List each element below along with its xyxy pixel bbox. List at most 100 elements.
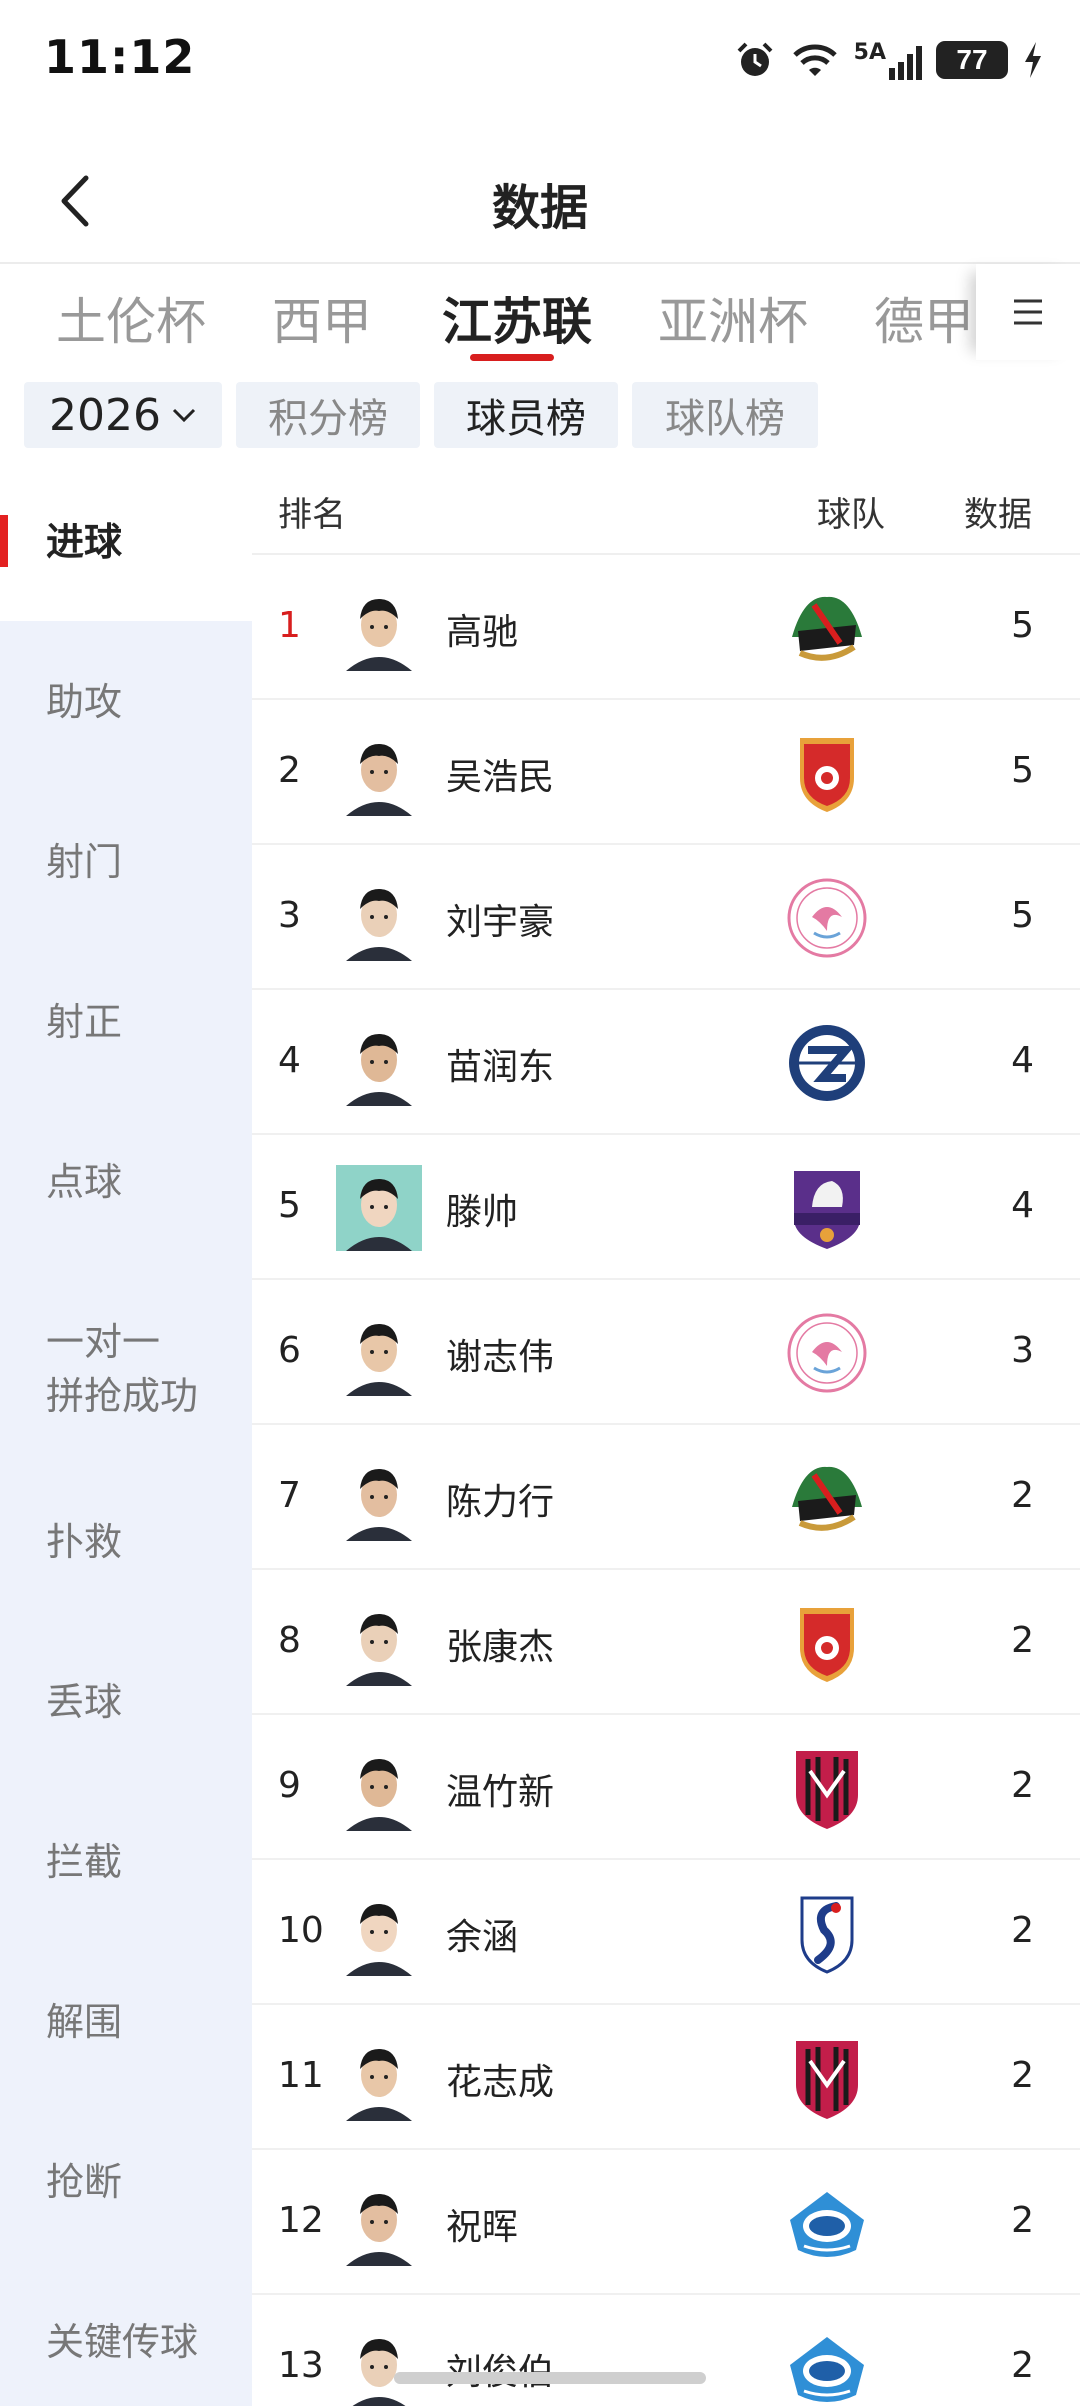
category-saves[interactable]: 扑救 — [0, 1515, 252, 1569]
header-data: 数据 — [964, 495, 1032, 535]
stat-value: 2 — [1011, 1910, 1034, 1951]
player-avatar[interactable] — [336, 1310, 422, 1396]
player-avatar[interactable] — [336, 585, 422, 671]
year-selector[interactable]: 2026 — [24, 382, 222, 448]
tab-player-ranking[interactable]: 球员榜 — [434, 382, 618, 448]
menu-icon — [1014, 299, 1042, 325]
player-avatar[interactable] — [336, 875, 422, 961]
battery-icon: 77 — [936, 41, 1008, 79]
wuxi-badge-icon[interactable] — [784, 1310, 870, 1396]
player-avatar[interactable] — [336, 1020, 422, 1106]
player-ranking-table: 排名 球队 数据 1 高驰 5 2 吴浩民 5 3 刘宇豪 5 4 苗润东 4 5 滕帅 4 6 谢志伟 3 7 陈力… — [252, 465, 1080, 2406]
year-value: 2026 — [49, 389, 161, 441]
player-avatar[interactable] — [336, 1890, 422, 1976]
network-label: 5A — [853, 40, 886, 65]
category-interceptions[interactable]: 拦截 — [0, 1835, 252, 1889]
player-name[interactable]: 余涵 — [446, 1908, 518, 1960]
category-label: 进球 — [46, 520, 123, 564]
table-row[interactable]: 6 谢志伟 3 — [252, 1280, 1080, 1425]
category-shots[interactable]: 射门 — [0, 835, 252, 889]
status-bar: 11:12 5A 77 — [0, 0, 1080, 120]
category-key-passes[interactable]: 关键传球 — [0, 2315, 252, 2369]
taizhou-badge-icon[interactable] — [784, 2325, 870, 2406]
category-goals-conceded[interactable]: 丢球 — [0, 1675, 252, 1729]
category-shots-on-target[interactable]: 射正 — [0, 995, 252, 1049]
category-tackles[interactable]: 抢断 — [0, 2155, 252, 2209]
taizhou-badge-icon[interactable] — [784, 2180, 870, 2266]
active-tab-indicator — [470, 354, 554, 361]
wuxi-badge-icon[interactable] — [784, 875, 870, 961]
rank-number: 12 — [278, 2200, 324, 2241]
changzhou-badge-icon[interactable] — [784, 1600, 870, 1686]
rank-number: 2 — [278, 750, 301, 791]
player-name[interactable]: 苗润东 — [446, 1038, 554, 1090]
player-avatar[interactable] — [336, 2035, 422, 2121]
yancheng-badge-icon[interactable] — [784, 1745, 870, 1831]
nanjing-badge-icon[interactable] — [784, 1165, 870, 1251]
table-row[interactable]: 2 吴浩民 5 — [252, 700, 1080, 845]
battery-level: 77 — [956, 44, 988, 75]
table-row[interactable]: 1 高驰 5 — [252, 555, 1080, 700]
changzhou-badge-icon[interactable] — [784, 730, 870, 816]
table-row[interactable]: 13 刘俊伯 2 — [252, 2295, 1080, 2406]
rank-number: 10 — [278, 1910, 324, 1951]
player-avatar[interactable] — [336, 1600, 422, 1686]
tab-league-2[interactable]: 江苏联 — [442, 282, 592, 354]
player-name[interactable]: 陈力行 — [446, 1473, 554, 1525]
tab-league-1[interactable]: 西甲 — [272, 282, 372, 354]
player-name[interactable]: 刘宇豪 — [446, 893, 554, 945]
player-avatar[interactable] — [336, 2325, 422, 2406]
table-row[interactable]: 11 花志成 2 — [252, 2005, 1080, 2150]
category-sidebar: 进球 助攻 射门 射正 点球 一对一 拼抢成功 扑救 丢球 拦截 解围 抢断 关… — [0, 465, 252, 2406]
suqian-badge-icon[interactable] — [784, 1455, 870, 1541]
player-name[interactable]: 吴浩民 — [446, 748, 554, 800]
stat-value: 2 — [1011, 2055, 1034, 2096]
stat-value: 4 — [1011, 1040, 1034, 1081]
table-row[interactable]: 5 滕帅 4 — [252, 1135, 1080, 1280]
player-name[interactable]: 温竹新 — [446, 1763, 554, 1815]
table-row[interactable]: 4 苗润东 4 — [252, 990, 1080, 1135]
rank-number: 7 — [278, 1475, 301, 1516]
player-avatar[interactable] — [336, 730, 422, 816]
tab-team-ranking[interactable]: 球队榜 — [632, 382, 818, 448]
category-assists[interactable]: 助攻 — [0, 675, 252, 729]
filter-row: 2026 积分榜 球员榜 球队榜 — [0, 382, 1080, 450]
status-time: 11:12 — [44, 30, 196, 84]
stat-value: 5 — [1011, 750, 1034, 791]
player-avatar[interactable] — [336, 1165, 422, 1251]
yancheng-badge-icon[interactable] — [784, 2035, 870, 2121]
rank-number: 9 — [278, 1765, 301, 1806]
player-avatar[interactable] — [336, 1455, 422, 1541]
category-goals[interactable]: 进球 — [0, 465, 252, 621]
suqian-badge-icon[interactable] — [784, 585, 870, 671]
lianyungang-badge-icon[interactable] — [784, 1020, 870, 1106]
tab-league-3[interactable]: 亚洲杯 — [658, 282, 808, 354]
table-row[interactable]: 7 陈力行 2 — [252, 1425, 1080, 1570]
player-avatar[interactable] — [336, 2180, 422, 2266]
tab-league-0[interactable]: 土伦杯 — [56, 282, 206, 354]
player-name[interactable]: 花志成 — [446, 2053, 554, 2105]
rank-number: 13 — [278, 2345, 324, 2386]
player-name[interactable]: 祝晖 — [446, 2198, 518, 2250]
table-row[interactable]: 12 祝晖 2 — [252, 2150, 1080, 2295]
dragon-badge-icon[interactable] — [784, 1890, 870, 1976]
category-clearances[interactable]: 解围 — [0, 1995, 252, 2049]
player-name[interactable]: 高驰 — [446, 603, 518, 655]
player-name[interactable]: 刘俊伯 — [446, 2343, 554, 2395]
player-name[interactable]: 滕帅 — [446, 1183, 518, 1235]
tab-league-4[interactable]: 德甲 — [874, 282, 974, 354]
category-penalties[interactable]: 点球 — [0, 1155, 252, 1209]
table-row[interactable]: 8 张康杰 2 — [252, 1570, 1080, 1715]
alarm-icon — [737, 42, 773, 76]
menu-button[interactable] — [976, 264, 1080, 360]
table-row[interactable]: 3 刘宇豪 5 — [252, 845, 1080, 990]
player-avatar[interactable] — [336, 1745, 422, 1831]
category-duels-won[interactable]: 一对一 拼抢成功 — [0, 1315, 252, 1423]
tab-standings[interactable]: 积分榜 — [236, 382, 420, 448]
stat-value: 3 — [1011, 1330, 1034, 1371]
stat-value: 4 — [1011, 1185, 1034, 1226]
player-name[interactable]: 谢志伟 — [446, 1328, 554, 1380]
table-row[interactable]: 10 余涵 2 — [252, 1860, 1080, 2005]
player-name[interactable]: 张康杰 — [446, 1618, 554, 1670]
table-row[interactable]: 9 温竹新 2 — [252, 1715, 1080, 1860]
